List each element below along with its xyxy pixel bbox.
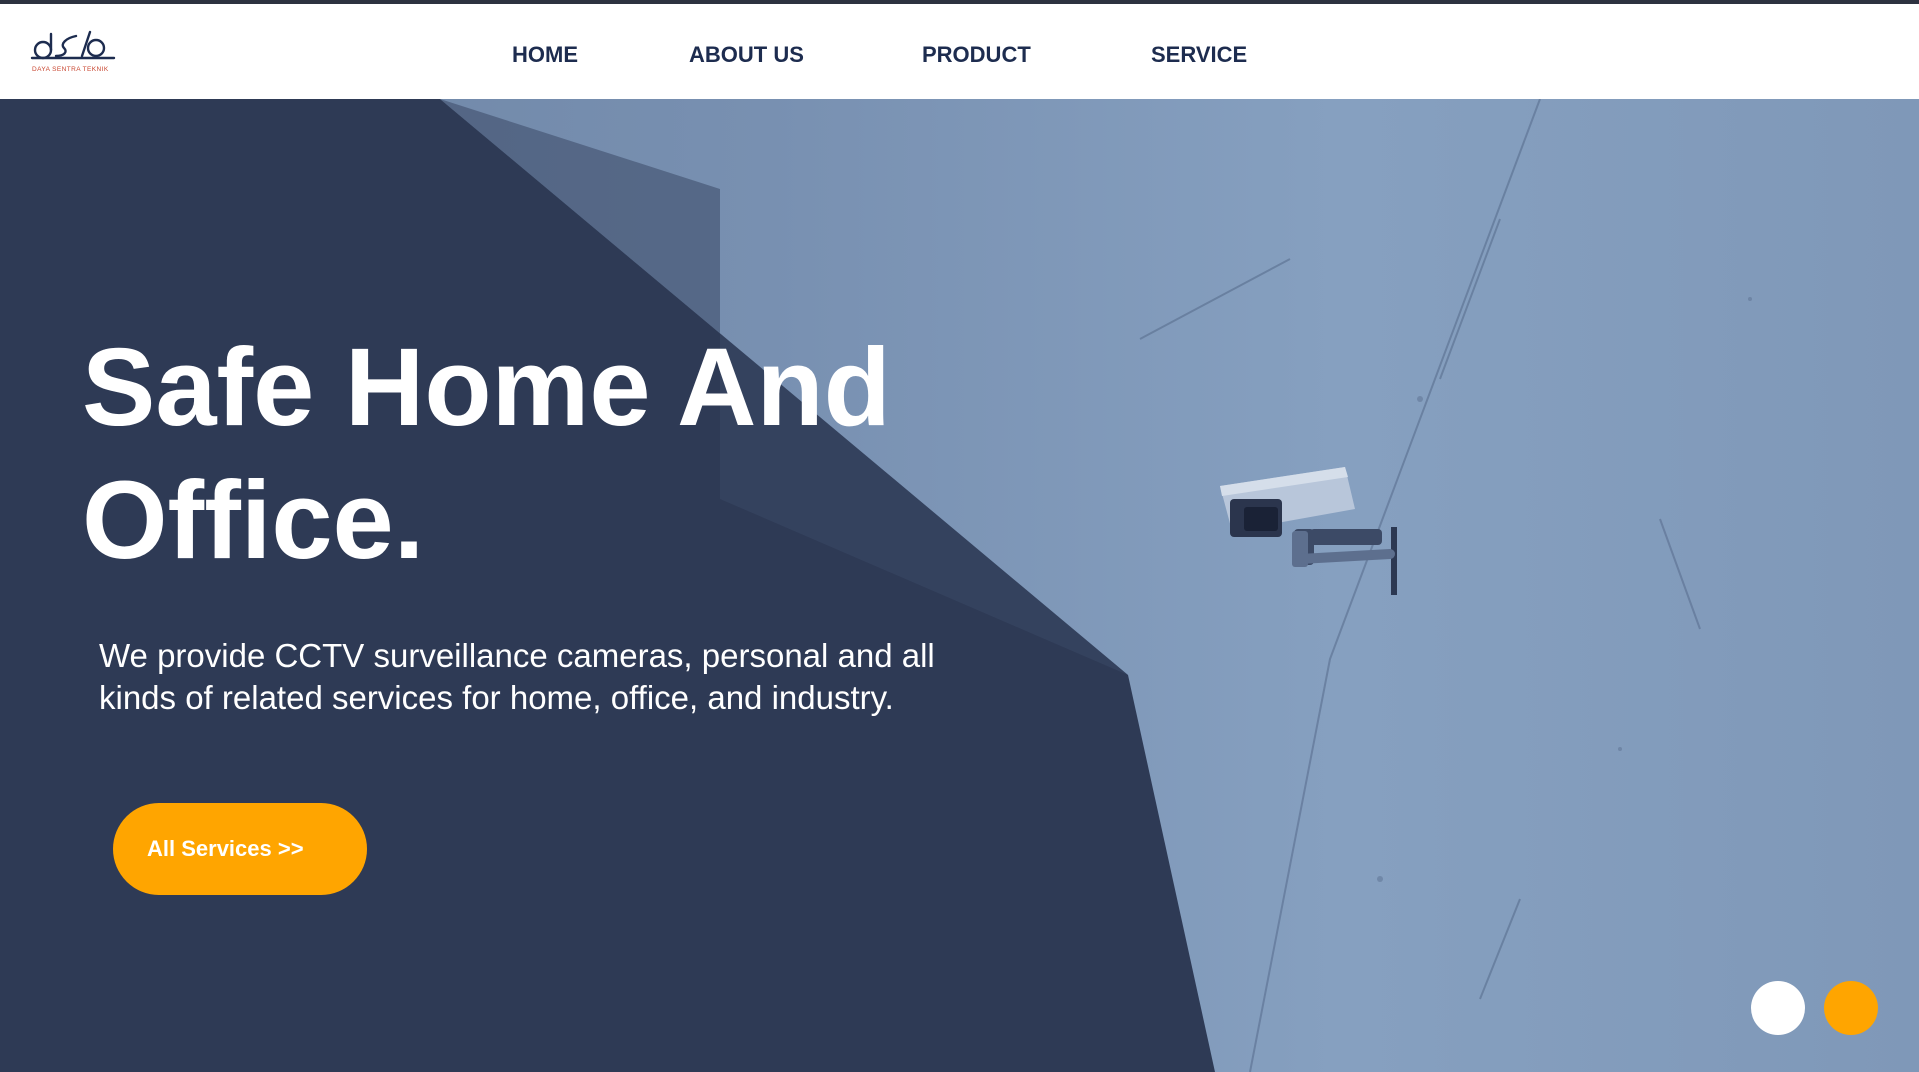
nav-about-us[interactable]: ABOUT US	[689, 42, 804, 68]
hero-description: We provide CCTV surveillance cameras, pe…	[99, 637, 935, 716]
hero-title: Safe Home And Office.	[82, 321, 1042, 587]
hero-title-line-2: Office.	[82, 459, 425, 582]
logo[interactable]: DAYA SENTRA TEKNIK	[30, 28, 116, 80]
hero-title-line-1: Safe Home And	[82, 326, 891, 449]
nav-product[interactable]: PRODUCT	[922, 42, 1031, 68]
navbar: DAYA SENTRA TEKNIK HOME ABOUT US PRODUCT…	[0, 4, 1919, 99]
nav-service[interactable]: SERVICE	[1151, 42, 1247, 68]
logo-tagline: DAYA SENTRA TEKNIK	[32, 66, 109, 73]
slider-dot-2[interactable]	[1824, 981, 1878, 1035]
hero-section: Safe Home And Office. We provide CCTV su…	[0, 99, 1919, 1072]
logo-mark-icon	[30, 30, 116, 60]
slider-dot-1[interactable]	[1751, 981, 1805, 1035]
all-services-button[interactable]: All Services >>	[113, 803, 367, 895]
nav-home[interactable]: HOME	[512, 42, 578, 68]
cctv-camera-icon	[1220, 467, 1397, 595]
